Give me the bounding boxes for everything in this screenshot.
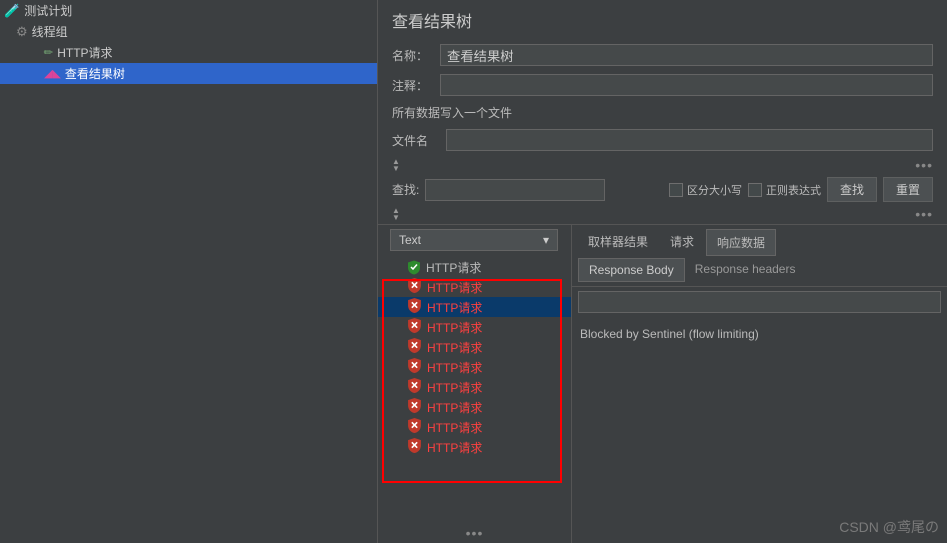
pencil-icon: ✎ bbox=[41, 45, 57, 61]
results-column: Text ▾ HTTP请求HTTP请求HTTP请求HTTP请求HTTP请求HTT… bbox=[378, 225, 572, 543]
filename-input[interactable] bbox=[446, 129, 933, 151]
find-button[interactable]: 查找 bbox=[827, 177, 877, 202]
tab-response[interactable]: 响应数据 bbox=[706, 229, 776, 256]
shield-error-icon bbox=[408, 298, 421, 316]
tree-root-label: 测试计划 bbox=[24, 2, 72, 19]
response-body: Blocked by Sentinel (flow limiting) bbox=[572, 317, 947, 351]
shield-error-icon bbox=[408, 358, 421, 376]
comment-input[interactable] bbox=[440, 74, 933, 96]
shield-error-icon bbox=[408, 398, 421, 416]
beaker-icon: 🧪 bbox=[4, 3, 20, 19]
result-item[interactable]: HTTP请求 bbox=[378, 277, 571, 297]
sort-arrows-icon[interactable]: ▲▼ bbox=[392, 158, 400, 172]
result-item-label: HTTP请求 bbox=[427, 299, 482, 316]
gear-icon: ⚙ bbox=[16, 24, 28, 40]
page-title: 查看结果树 bbox=[378, 0, 947, 40]
reset-button[interactable]: 重置 bbox=[883, 177, 933, 202]
shield-error-icon bbox=[408, 378, 421, 396]
result-item-label: HTTP请求 bbox=[427, 379, 482, 396]
result-list: HTTP请求 HTTP请求 HTTP请求 HTTP请求 HTTP请求 HTTP请求 HTTP… bbox=[378, 255, 571, 525]
name-input[interactable] bbox=[440, 44, 933, 66]
result-item[interactable]: HTTP请求 bbox=[378, 397, 571, 417]
chevron-down-icon: ▾ bbox=[543, 233, 549, 247]
regex-checkbox[interactable]: 正则表达式 bbox=[748, 182, 821, 198]
write-all-label: 所有数据写入一个文件 bbox=[378, 100, 947, 125]
main-panel: 查看结果树 名称： 注释： 所有数据写入一个文件 文件名 ▲▼ ••• 查找: … bbox=[378, 0, 947, 543]
tab-sampler[interactable]: 取样器结果 bbox=[578, 229, 658, 256]
name-row: 名称： bbox=[378, 40, 947, 70]
tree-view-results[interactable]: ◢◣ 查看结果树 bbox=[0, 63, 377, 84]
more-icon[interactable]: ••• bbox=[915, 157, 933, 173]
subtabs: Response Body Response headers bbox=[572, 256, 947, 287]
search-label: 查找: bbox=[392, 181, 419, 198]
sort-arrows-icon-2[interactable]: ▲▼ bbox=[392, 207, 400, 221]
comment-label: 注释： bbox=[392, 77, 440, 94]
more-icon-2[interactable]: ••• bbox=[915, 206, 933, 222]
shield-error-icon bbox=[408, 278, 421, 296]
tree-http-request[interactable]: ✎ HTTP请求 bbox=[0, 42, 377, 63]
result-item-label: HTTP请求 bbox=[426, 259, 481, 276]
filename-row: 文件名 bbox=[378, 125, 947, 155]
result-item[interactable]: HTTP请求 bbox=[378, 357, 571, 377]
result-item-label: HTTP请求 bbox=[427, 319, 482, 336]
result-item-label: HTTP请求 bbox=[427, 279, 482, 296]
comment-row: 注释： bbox=[378, 70, 947, 100]
subtab-body[interactable]: Response Body bbox=[578, 258, 685, 282]
toolbar-2: ▲▼ ••• bbox=[378, 204, 947, 224]
detail-tabs: 取样器结果 请求 响应数据 bbox=[572, 225, 947, 256]
result-item[interactable]: HTTP请求 bbox=[378, 297, 571, 317]
filename-label: 文件名 bbox=[392, 132, 440, 149]
detail-column: 取样器结果 请求 响应数据 Response Body Response hea… bbox=[572, 225, 947, 543]
result-item-label: HTTP请求 bbox=[427, 399, 482, 416]
shield-error-icon bbox=[408, 438, 421, 456]
tree-thread-group-label: 线程组 bbox=[32, 23, 68, 40]
tab-request[interactable]: 请求 bbox=[660, 229, 704, 256]
detail-search-input[interactable] bbox=[578, 291, 941, 313]
tree-root[interactable]: 🧪 测试计划 bbox=[0, 0, 377, 21]
toolbar-1: ▲▼ ••• bbox=[378, 155, 947, 175]
case-sensitive-checkbox[interactable]: 区分大小写 bbox=[669, 182, 742, 198]
search-input[interactable] bbox=[425, 179, 605, 201]
results-icon: ◢◣ bbox=[44, 67, 61, 80]
drag-handle[interactable]: ••• bbox=[378, 525, 571, 543]
result-item-label: HTTP请求 bbox=[427, 359, 482, 376]
shield-ok-icon bbox=[408, 260, 420, 274]
result-item[interactable]: HTTP请求 bbox=[378, 337, 571, 357]
renderer-selected: Text bbox=[399, 233, 421, 247]
shield-error-icon bbox=[408, 338, 421, 356]
subtab-headers[interactable]: Response headers bbox=[685, 258, 806, 282]
renderer-select[interactable]: Text ▾ bbox=[390, 229, 558, 251]
tree-thread-group[interactable]: ⚙ 线程组 bbox=[0, 21, 377, 42]
search-toolbar: 查找: 区分大小写 正则表达式 查找 重置 bbox=[378, 175, 947, 204]
result-item[interactable]: HTTP请求 bbox=[378, 417, 571, 437]
watermark: CSDN @鸢尾の bbox=[839, 517, 939, 537]
tree-view-results-label: 查看结果树 bbox=[65, 65, 125, 82]
shield-error-icon bbox=[408, 318, 421, 336]
tree-panel: 🧪 测试计划 ⚙ 线程组 ✎ HTTP请求 ◢◣ 查看结果树 bbox=[0, 0, 378, 543]
tree-http-label: HTTP请求 bbox=[57, 44, 112, 61]
result-item[interactable]: HTTP请求 bbox=[378, 377, 571, 397]
shield-error-icon bbox=[408, 418, 421, 436]
result-item-label: HTTP请求 bbox=[427, 419, 482, 436]
result-item[interactable]: HTTP请求 bbox=[378, 317, 571, 337]
result-item[interactable]: HTTP请求 bbox=[378, 437, 571, 457]
result-item[interactable]: HTTP请求 bbox=[378, 257, 571, 277]
result-item-label: HTTP请求 bbox=[427, 339, 482, 356]
name-label: 名称： bbox=[392, 47, 440, 64]
case-sensitive-label: 区分大小写 bbox=[687, 182, 742, 198]
result-item-label: HTTP请求 bbox=[427, 439, 482, 456]
regex-label: 正则表达式 bbox=[766, 182, 821, 198]
